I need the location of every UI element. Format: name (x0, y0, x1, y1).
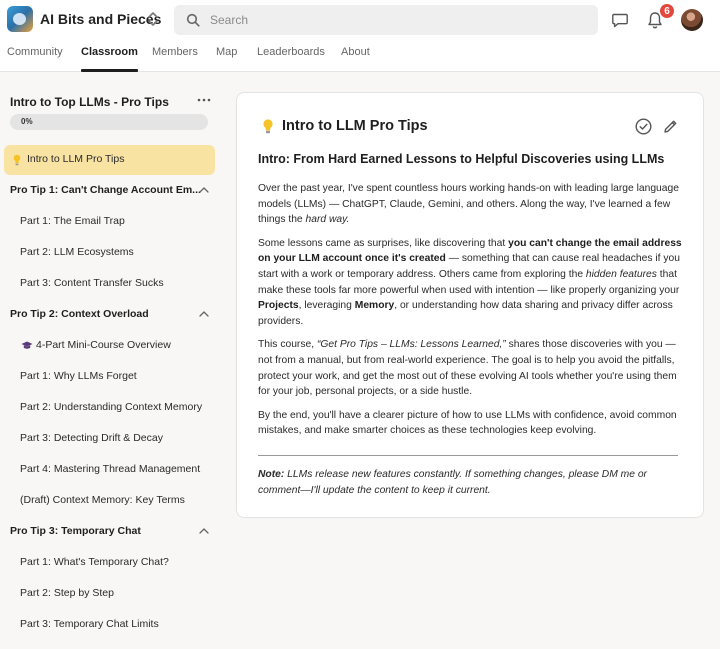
bold-text: Projects (258, 300, 299, 312)
lightbulb-icon (263, 119, 273, 134)
paragraph: Some lessons came as surprises, like dis… (258, 236, 688, 330)
search-input[interactable]: Search (174, 5, 598, 35)
sidebar-item-content-transfer[interactable]: Part 3: Content Transfer Sucks (4, 269, 215, 299)
lesson-title: Intro to LLM Pro Tips (282, 118, 428, 134)
text: , leveraging (298, 300, 355, 312)
paragraph: Over the past year, I've spent countless… (258, 181, 688, 228)
section-pro-tip-1[interactable]: Pro Tip 1: Can't Change Account Em... (4, 176, 215, 206)
sidebar-item-intro-to-llm-pro-tips[interactable]: Intro to LLM Pro Tips (4, 145, 215, 175)
switcher-icon[interactable] (146, 10, 160, 28)
sidebar-item-label: (Draft) Context Memory: Key Terms (20, 494, 185, 506)
top-bar: AI Bits and Pieces Search 6 Community Cl… (0, 0, 720, 72)
sidebar-item-label: 4-Part Mini-Course Overview (36, 339, 171, 351)
chevron-up-icon[interactable] (199, 187, 209, 193)
note-text: LLMs release new features constantly. If… (258, 469, 647, 496)
nav-tabs: Community Classroom Members Map Leaderbo… (0, 44, 720, 72)
more-options-icon[interactable] (197, 97, 211, 103)
tab-leaderboards[interactable]: Leaderboards (257, 46, 325, 72)
section-label: Pro Tip 3: Temporary Chat (10, 525, 141, 537)
sidebar-item-label: Part 1: What's Temporary Chat? (20, 556, 169, 568)
section-label: Pro Tip 2: Context Overload (10, 308, 149, 320)
note-label: Note: (258, 469, 285, 480)
sidebar-item-label: Intro to LLM Pro Tips (27, 153, 125, 165)
sidebar-item-key-terms-draft[interactable]: (Draft) Context Memory: Key Terms (4, 486, 215, 516)
search-icon (186, 13, 200, 27)
notification-badge[interactable]: 6 (659, 3, 675, 19)
lesson-card: Intro to LLM Pro Tips Intro: From Hard E… (236, 92, 704, 518)
sidebar-item-step-by-step[interactable]: Part 2: Step by Step (4, 579, 215, 609)
sidebar-item-label: Part 3: Temporary Chat Limits (20, 618, 159, 630)
tab-community[interactable]: Community (7, 46, 63, 72)
sidebar-item-label: Part 2: LLM Ecosystems (20, 246, 134, 258)
lesson-heading: Intro: From Hard Earned Lessons to Helpf… (258, 152, 665, 166)
tab-about[interactable]: About (341, 46, 370, 72)
sidebar-item-label: Part 1: The Email Trap (20, 215, 125, 227)
sidebar-item-temporary-chat-limits[interactable]: Part 3: Temporary Chat Limits (4, 610, 215, 640)
chevron-up-icon[interactable] (199, 311, 209, 317)
sidebar-item-thread-management[interactable]: Part 4: Mastering Thread Management (4, 455, 215, 485)
sidebar-item-mini-course-overview[interactable]: 4-Part Mini-Course Overview (4, 331, 215, 361)
sidebar-item-label: Part 3: Detecting Drift & Decay (20, 432, 163, 444)
sidebar-item-label: Part 1: Why LLMs Forget (20, 370, 137, 382)
chat-icon[interactable] (611, 11, 629, 29)
search-placeholder: Search (210, 13, 249, 27)
text: This course, (258, 339, 317, 351)
sidebar-item-label: Part 2: Step by Step (20, 587, 114, 599)
bold-text: Memory (354, 300, 395, 312)
section-label: Pro Tip 1: Can't Change Account Em... (10, 184, 201, 196)
sidebar-item-label: Part 3: Content Transfer Sucks (20, 277, 164, 289)
lightbulb-icon (13, 154, 21, 166)
tab-members[interactable]: Members (152, 46, 198, 72)
progress-text: 0% (21, 117, 33, 126)
sidebar-item-label: Part 2: Understanding Context Memory (20, 401, 203, 413)
sidebar-item-drift-decay[interactable]: Part 3: Detecting Drift & Decay (4, 424, 215, 454)
paragraph: By the end, you'll have a clearer pictur… (258, 409, 677, 437)
section-pro-tip-3[interactable]: Pro Tip 3: Temporary Chat (4, 517, 215, 547)
course-sidebar: Intro to Top LLMs - Pro Tips 0% Intro to… (0, 72, 222, 649)
sidebar-item-whats-temporary-chat[interactable]: Part 1: What's Temporary Chat? (4, 548, 215, 578)
sidebar-item-email-trap[interactable]: Part 1: The Email Trap (4, 207, 215, 237)
course-title: Intro to Top LLMs - Pro Tips (10, 95, 169, 109)
sidebar-item-llm-ecosystems[interactable]: Part 2: LLM Ecosystems (4, 238, 215, 268)
course-progress-bar: 0% (10, 114, 208, 130)
tab-map[interactable]: Map (216, 46, 237, 72)
divider (258, 455, 678, 456)
emphasis: hard way. (305, 214, 350, 226)
app-name[interactable]: AI Bits and Pieces (40, 11, 161, 27)
pencil-icon[interactable] (663, 119, 678, 134)
lesson-note: Note: LLMs release new features constant… (258, 467, 688, 498)
emphasis: hidden features (585, 268, 657, 280)
sidebar-item-label: Part 4: Mastering Thread Management (20, 463, 201, 475)
app-logo[interactable] (7, 6, 33, 32)
lesson-body: Over the past year, I've spent countless… (258, 181, 688, 447)
text: Some lessons came as surprises, like dis… (258, 237, 509, 249)
chevron-up-icon[interactable] (199, 528, 209, 534)
check-circle-icon[interactable] (635, 118, 652, 135)
graduation-cap-icon (21, 341, 33, 349)
sidebar-item-context-memory[interactable]: Part 2: Understanding Context Memory (4, 393, 215, 423)
sidebar-item-why-llms-forget[interactable]: Part 1: Why LLMs Forget (4, 362, 215, 392)
emphasis: “Get Pro Tips – LLMs: Lessons Learned,” (316, 339, 506, 351)
paragraph: This course, “Get Pro Tips – LLMs: Lesso… (258, 337, 688, 399)
section-pro-tip-2[interactable]: Pro Tip 2: Context Overload (4, 300, 215, 330)
tab-classroom[interactable]: Classroom (81, 46, 138, 72)
avatar[interactable] (681, 9, 703, 31)
